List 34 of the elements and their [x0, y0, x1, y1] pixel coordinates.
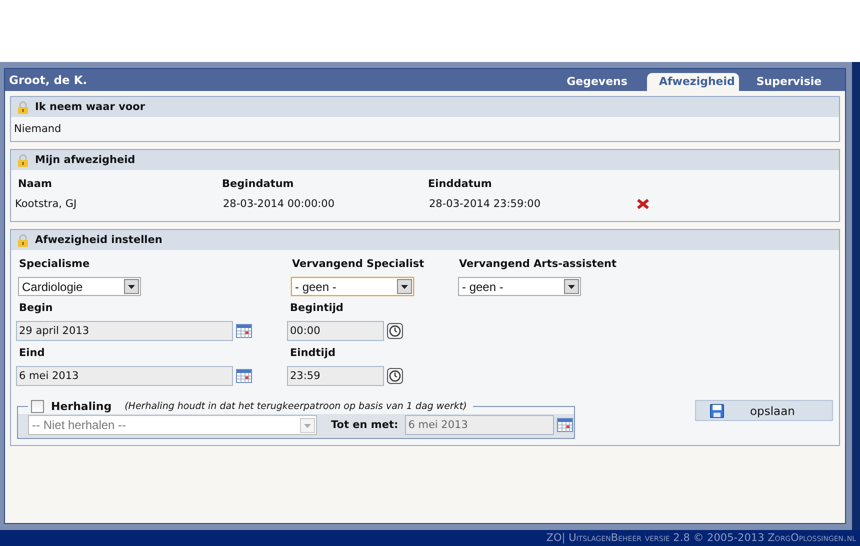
panel-title: Afwezigheid instellen [35, 234, 162, 246]
dropdown[interactable]: Cardiologie [18, 277, 141, 296]
checkbox-label: Herhaling [51, 400, 112, 413]
substitute-text: Niemand [14, 123, 62, 135]
field-label: Tot en met: [331, 419, 398, 431]
field-label: Eind [18, 347, 46, 359]
panel-title: Ik neem waar voor [35, 101, 146, 113]
date-field[interactable]: 29 april 2013 [16, 321, 233, 341]
column-header: Naam [18, 178, 53, 190]
date-field[interactable]: 6 mei 2013 [16, 366, 233, 386]
column-header: Einddatum [428, 178, 493, 190]
table-cell-text: 28-03-2014 23:59:00 [429, 198, 542, 210]
repeat-hint: (Herhaling houdt in dat het terugkeerpatroon op basis van 1 dag werkt) [124, 401, 467, 412]
window-title: Groot, de K. [8, 73, 88, 87]
time-field[interactable]: 00:00 [287, 321, 384, 341]
table-cell-text: Kootstra, GJ [15, 198, 78, 210]
save-button[interactable]: opslaan [695, 400, 833, 421]
time-field[interactable]: 23:59 [287, 366, 384, 386]
field-label: Eindtijd [289, 347, 336, 359]
dropdown[interactable]: - geen - [291, 277, 414, 296]
field-label: Specialisme [18, 258, 91, 270]
tab[interactable]: Afwezigheid [647, 73, 739, 91]
field-label: Vervangend Specialist [291, 258, 426, 270]
field-label: Begin [18, 302, 54, 314]
tab[interactable]: Supervisie [743, 73, 835, 91]
footer-text: ZO| UitslagenBeheer versie 2.8 © 2005-2013 ZorgOplossingen.nl [546, 532, 856, 544]
dropdown[interactable]: - geen - [458, 277, 581, 296]
field-label: Vervangend Arts-assistent [458, 258, 617, 270]
column-header: Begindatum [222, 178, 295, 190]
field-label: Begintijd [289, 302, 344, 314]
tab[interactable]: Gegevens [551, 73, 643, 91]
panel-title: Mijn afwezigheid [35, 154, 136, 166]
table-cell-text: 28-03-2014 00:00:00 [223, 198, 336, 210]
date-field[interactable]: 6 mei 2013 [405, 415, 554, 435]
